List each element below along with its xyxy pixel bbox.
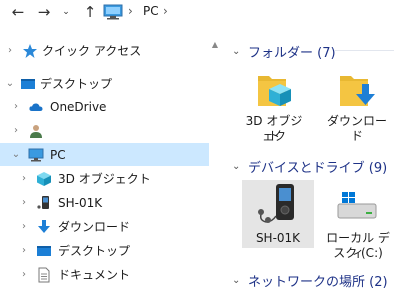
scroll-up-arrow-icon[interactable]: ▲ — [209, 38, 221, 50]
nav-label-onedrive: OneDrive — [50, 99, 107, 114]
hard-drive-windows-icon — [337, 192, 377, 219]
content-pane: ⌄ フォルダー (7) 3D オブジェク ト ダウンロード ⌄ デバイスとドライ… — [224, 36, 398, 291]
download-arrow-icon — [38, 219, 50, 233]
group-header-devices[interactable]: ⌄ デバイスとドライブ (9) — [232, 157, 387, 176]
recent-locations-chevron-icon[interactable]: ⌄ — [60, 2, 72, 22]
chevron-right-icon[interactable]: › — [18, 221, 30, 233]
desktop-icon — [37, 245, 51, 256]
nav-item-downloads[interactable]: › ダウンロード — [0, 215, 209, 238]
nav-label-downloads: ダウンロード — [58, 220, 131, 234]
media-player-device-icon — [258, 184, 294, 223]
cloud-icon — [29, 102, 43, 111]
group-title-devices: デバイスとドライブ (9) — [248, 161, 388, 176]
nav-item-desktop[interactable]: › デスクトップ — [0, 239, 209, 262]
nav-label-3d-objects: 3D オブジェクト — [58, 172, 151, 186]
document-icon — [38, 267, 50, 282]
group-divider — [334, 50, 394, 51]
nav-label-sh01k: SH-01K — [58, 195, 103, 210]
nav-item-pc[interactable]: ⌄ PC — [0, 143, 209, 166]
folder-3d-objects-icon — [258, 76, 291, 106]
chevron-right-icon[interactable]: › — [18, 197, 30, 209]
tile-downloads[interactable]: ダウンロード — [322, 66, 392, 143]
tile-3d-objects[interactable]: 3D オブジェク ト — [242, 66, 306, 143]
chevron-right-icon[interactable]: › — [4, 45, 16, 57]
group-title-folders: フォルダー (7) — [248, 46, 336, 61]
pc-monitor-icon — [103, 4, 123, 20]
navigation-toolbar: ← → ⌄ ↑ › PC › — [0, 0, 398, 26]
nav-label-pc: PC — [50, 147, 66, 162]
star-icon — [23, 43, 37, 58]
tile-label-downloads: ダウンロード — [326, 114, 387, 143]
chevron-down-icon[interactable]: ⌄ — [10, 149, 22, 161]
nav-label-desktop-root: デスクトップ — [40, 77, 113, 91]
nav-item-3d-objects[interactable]: › 3D オブジェクト — [0, 167, 209, 190]
nav-item-desktop-root[interactable]: ⌄ デスクトップ — [0, 72, 209, 95]
user-icon — [30, 124, 42, 138]
pc-monitor-icon — [28, 148, 44, 161]
chevron-right-icon[interactable]: › — [18, 245, 30, 257]
back-arrow-icon[interactable]: ← — [8, 2, 28, 22]
navigation-scrollbar[interactable]: ▲ — [209, 36, 221, 291]
nav-label-quick-access: クイック アクセス — [42, 44, 142, 58]
breadcrumb-pc[interactable]: PC — [143, 4, 159, 18]
group-header-network[interactable]: ⌄ ネットワークの場所 (2) — [232, 271, 388, 290]
chevron-right-icon[interactable]: › — [10, 125, 22, 137]
breadcrumb-separator-icon[interactable]: › — [128, 4, 133, 18]
tile-label-3d-objects-2: ト — [267, 129, 280, 143]
tile-label-sh01k: SH-01K — [255, 231, 301, 245]
breadcrumb-separator-icon[interactable]: › — [163, 4, 168, 18]
nav-item-onedrive[interactable]: › OneDrive — [0, 95, 209, 118]
up-arrow-icon[interactable]: ↑ — [80, 2, 100, 22]
folder-downloads-icon — [340, 76, 375, 106]
nav-item-documents[interactable]: › ドキュメント — [0, 263, 209, 286]
forward-arrow-icon[interactable]: → — [34, 2, 54, 22]
nav-item-quick-access[interactable]: › クイック アクセス — [0, 39, 209, 62]
chevron-down-icon[interactable]: ⌄ — [232, 275, 244, 286]
chevron-right-icon[interactable]: › — [18, 173, 30, 185]
chevron-right-icon[interactable]: › — [18, 269, 30, 281]
tile-local-disk[interactable]: ローカル ディ スク (C:) — [322, 180, 394, 260]
nav-label-documents: ドキュメント — [58, 268, 131, 282]
nav-label-desktop: デスクトップ — [58, 244, 131, 258]
nav-item-user[interactable]: › — [0, 119, 209, 142]
navigation-pane: › クイック アクセス ⌄ デスクトップ › OneDrive › ⌄ PC ›… — [0, 36, 216, 291]
media-player-icon — [37, 195, 49, 209]
desktop-icon — [21, 78, 35, 89]
group-title-network: ネットワークの場所 (2) — [248, 275, 388, 290]
nav-item-sh01k[interactable]: › SH-01K — [0, 191, 209, 214]
group-header-folders[interactable]: ⌄ フォルダー (7) — [232, 42, 336, 61]
chevron-down-icon[interactable]: ⌄ — [232, 46, 244, 57]
tile-label-local-disk-2: スク (C:) — [333, 246, 383, 260]
cube-3d-icon — [37, 171, 51, 186]
chevron-right-icon[interactable]: › — [10, 101, 22, 113]
tile-sh01k[interactable]: SH-01K — [242, 180, 314, 248]
chevron-down-icon[interactable]: ⌄ — [4, 78, 16, 90]
chevron-down-icon[interactable]: ⌄ — [232, 161, 244, 172]
